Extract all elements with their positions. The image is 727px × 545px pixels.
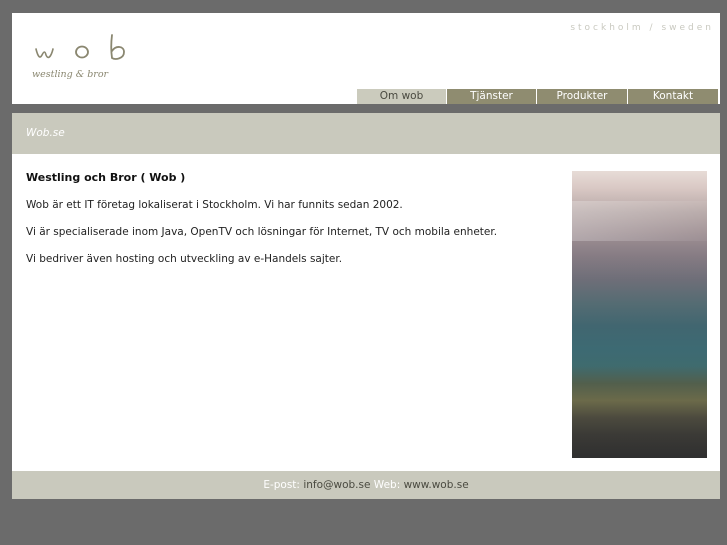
content-paragraph: Wob är ett IT företag lokaliserat i Stoc… bbox=[26, 199, 403, 211]
logo-subtitle: westling & bror bbox=[32, 69, 110, 80]
logo-graphic: westling & bror bbox=[32, 34, 125, 80]
location-tagline: stockholm / sweden bbox=[570, 23, 714, 33]
page-frame: stockholm / sweden westling & bror Om wo… bbox=[12, 13, 720, 499]
nav-item-tjanster[interactable]: Tjänster bbox=[447, 89, 536, 104]
web-link[interactable]: www.wob.se bbox=[404, 479, 469, 491]
email-label: E-post: bbox=[263, 479, 300, 491]
nav-item-produkter[interactable]: Produkter bbox=[537, 89, 627, 104]
content-heading: Westling och Bror ( Wob ) bbox=[26, 171, 186, 184]
web-label: Web: bbox=[373, 479, 401, 491]
nav-item-om-wob[interactable]: Om wob bbox=[357, 89, 446, 104]
page-title-bar: Wob.se bbox=[12, 113, 720, 154]
footer: E-post: info@wob.se Web: www.wob.se bbox=[12, 471, 720, 499]
page-title: Wob.se bbox=[26, 127, 65, 139]
email-link[interactable]: info@wob.se bbox=[303, 479, 370, 491]
photo-haze bbox=[572, 201, 707, 241]
content-paragraph: Vi bedriver även hosting och utveckling … bbox=[26, 253, 343, 265]
header: stockholm / sweden westling & bror Om wo… bbox=[12, 13, 720, 104]
header-separator bbox=[12, 104, 720, 113]
landscape-photo bbox=[572, 171, 707, 458]
content-paragraph: Vi är specialiserade inom Java, OpenTV o… bbox=[26, 226, 498, 238]
wob-logo[interactable]: westling & bror bbox=[32, 31, 142, 85]
main-nav: Om wob Tjänster Produkter Kontakt bbox=[357, 89, 718, 104]
nav-item-kontakt[interactable]: Kontakt bbox=[628, 89, 718, 104]
main-content: Westling och Bror ( Wob ) Wob är ett IT … bbox=[12, 154, 720, 471]
